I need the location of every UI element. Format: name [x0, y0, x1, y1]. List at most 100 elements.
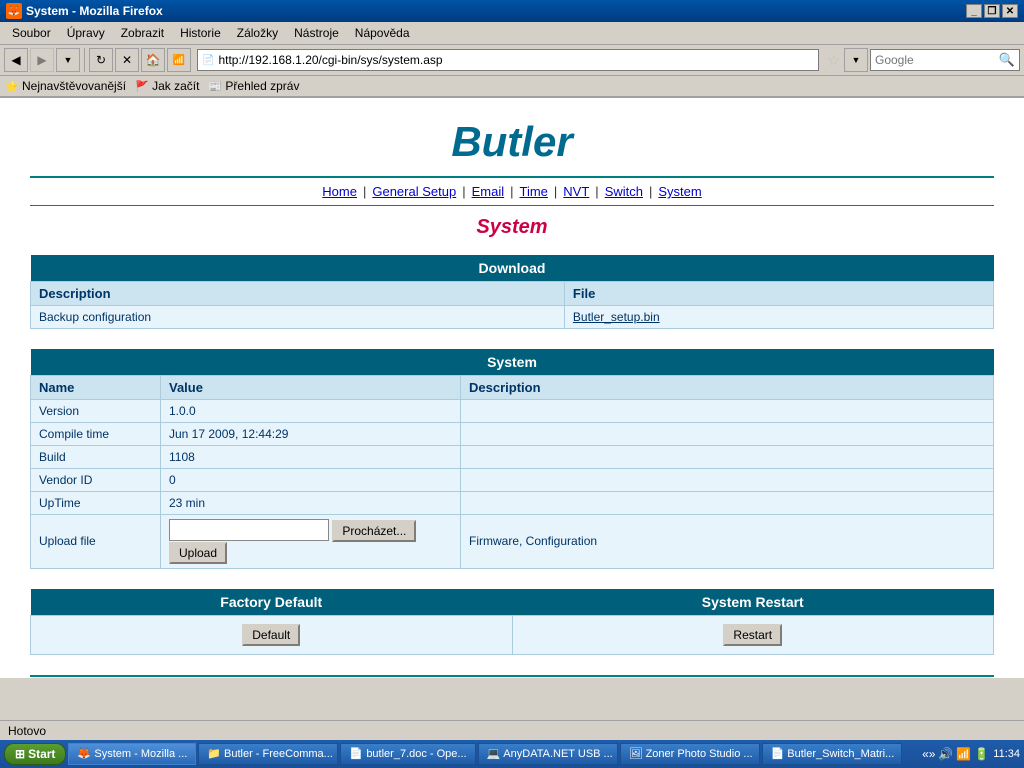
back-button[interactable]: ◀: [4, 48, 28, 72]
doc-taskbar-icon: 📄: [349, 747, 363, 761]
page-body: Butler Home | General Setup | Email | Ti…: [0, 98, 1024, 678]
menubar: Soubor Úpravy Zobrazit Historie Záložky …: [0, 22, 1024, 45]
table-row-upload: Upload file Procházet... Upload Firmware…: [31, 515, 994, 569]
dropdown-history-button[interactable]: ▼: [56, 48, 80, 72]
folder-taskbar-icon: 📁: [207, 747, 221, 761]
nav-email[interactable]: Email: [472, 184, 505, 199]
firefox-icon: 🦊: [6, 3, 22, 19]
search-bar: 🔍: [870, 49, 1020, 71]
nav-nvt[interactable]: NVT: [563, 184, 589, 199]
default-button[interactable]: Default: [242, 624, 300, 646]
row-compiletime-name: Compile time: [31, 423, 161, 446]
table-row: Build 1108: [31, 446, 994, 469]
taskbar-item-anydata[interactable]: 💻 AnyDATA.NET USB ...: [478, 743, 618, 765]
forward-button[interactable]: ▶: [30, 48, 54, 72]
nav-time[interactable]: Time: [520, 184, 548, 199]
system-title: System: [31, 349, 994, 376]
tray-icon-2: 🔊: [938, 747, 953, 761]
search-input[interactable]: [875, 53, 999, 67]
close-button[interactable]: ✕: [1002, 4, 1018, 18]
row-vendorid-name: Vendor ID: [31, 469, 161, 492]
taskbar-item-doc[interactable]: 📄 butler_7.doc - Ope...: [340, 743, 475, 765]
window-controls: _ ❐ ✕: [966, 4, 1018, 18]
tray-icon-power: 🔋: [974, 747, 989, 761]
table-row: UpTime 23 min: [31, 492, 994, 515]
restore-button[interactable]: ❐: [984, 4, 1000, 18]
nav-home[interactable]: Home: [322, 184, 357, 199]
rss-button[interactable]: 📶: [167, 48, 191, 72]
system-table: System Name Value Description Version 1.…: [30, 349, 994, 569]
nav-general-setup[interactable]: General Setup: [372, 184, 456, 199]
bookmark-nejnavstevovanejsi[interactable]: ⭐ Nejnavštěvovanější: [4, 78, 126, 94]
bookmark-label-2: Jak začít: [152, 79, 199, 93]
bookmark-jak-zacit[interactable]: 🚩 Jak začít: [134, 78, 199, 94]
bookmark-label-3: Přehled zpráv: [225, 79, 299, 93]
start-button[interactable]: ⊞ Start: [4, 743, 66, 765]
brand-title: Butler: [30, 118, 994, 166]
menu-nastroje[interactable]: Nástroje: [286, 24, 347, 42]
flag-icon: 🚩: [134, 78, 150, 94]
download-table: Download Description File Backup configu…: [30, 255, 994, 329]
taskbar-time: 11:34: [993, 748, 1020, 760]
download-col-description: Description: [31, 282, 565, 306]
bookmark-star-button[interactable]: ☆: [827, 52, 840, 69]
system-col-name: Name: [31, 376, 161, 400]
nav-switch[interactable]: Switch: [605, 184, 643, 199]
page-footer: Butler:For more information try http://w…: [30, 675, 994, 679]
row-build-name: Build: [31, 446, 161, 469]
systray-icons: «» 🔊 📶 🔋: [922, 747, 989, 761]
table-row: Compile time Jun 17 2009, 12:44:29: [31, 423, 994, 446]
menu-soubor[interactable]: Soubor: [4, 24, 59, 42]
upload-file-input[interactable]: [169, 519, 329, 541]
menu-upravy[interactable]: Úpravy: [59, 24, 113, 42]
factory-default-title: Factory Default: [31, 589, 513, 616]
firefox-taskbar-icon: 🦊: [77, 747, 91, 761]
restart-button[interactable]: Restart: [723, 624, 782, 646]
address-input[interactable]: [218, 53, 814, 67]
page-icon: 📄: [202, 55, 214, 66]
download-row-description: Backup configuration: [31, 306, 565, 329]
browser-content: Butler Home | General Setup | Email | Ti…: [0, 98, 1024, 678]
stop-button[interactable]: ✕: [115, 48, 139, 72]
download-row-file[interactable]: Butler_setup.bin: [564, 306, 993, 329]
upload-file-label: Upload file: [31, 515, 161, 569]
browse-button[interactable]: Procházet...: [332, 520, 416, 542]
system-restart-title: System Restart: [512, 589, 994, 616]
refresh-button[interactable]: ↻: [89, 48, 113, 72]
home-button[interactable]: 🏠: [141, 48, 165, 72]
bookmark-arrow-button[interactable]: ▼: [844, 48, 868, 72]
taskbar-item-freecomma[interactable]: 📁 Butler - FreeComma...: [198, 743, 338, 765]
taskbar-item-label-4: AnyDATA.NET USB ...: [503, 748, 612, 760]
news-icon: 📰: [207, 78, 223, 94]
row-uptime-desc: [461, 492, 994, 515]
bookmark-prehled-zprav[interactable]: 📰 Přehled zpráv: [207, 78, 299, 94]
menu-napoveda[interactable]: Nápověda: [347, 24, 418, 42]
taskbar-item-switch-matrix[interactable]: 📄 Butler_Switch_Matri...: [762, 743, 902, 765]
taskbar-item-zoner[interactable]: 🖼 Zoner Photo Studio ...: [620, 743, 760, 765]
upload-button[interactable]: Upload: [169, 542, 227, 564]
menu-zobrazit[interactable]: Zobrazit: [113, 24, 172, 42]
minimize-button[interactable]: _: [966, 4, 982, 18]
taskbar: ⊞ Start 🦊 System - Mozilla ... 📁 Butler …: [0, 740, 1024, 768]
search-icon[interactable]: 🔍: [999, 52, 1015, 68]
browser-toolbar: ◀ ▶ ▼ ↻ ✕ 🏠 📶 📄 ☆ ▼ 🔍: [0, 45, 1024, 76]
nav-system[interactable]: System: [658, 184, 701, 199]
table-row: Version 1.0.0: [31, 400, 994, 423]
row-version-name: Version: [31, 400, 161, 423]
download-title: Download: [31, 255, 994, 282]
row-build-desc: [461, 446, 994, 469]
menu-historie[interactable]: Historie: [172, 24, 229, 42]
upload-description: Firmware, Configuration: [461, 515, 994, 569]
row-version-value: 1.0.0: [161, 400, 461, 423]
menu-zalozky[interactable]: Záložky: [229, 24, 286, 42]
row-vendorid-desc: [461, 469, 994, 492]
windows-icon: ⊞: [15, 747, 25, 761]
row-compiletime-desc: [461, 423, 994, 446]
taskbar-item-label-5: Zoner Photo Studio ...: [646, 748, 753, 760]
taskbar-item-firefox[interactable]: 🦊 System - Mozilla ...: [68, 743, 196, 765]
switch-matrix-taskbar-icon: 📄: [771, 747, 785, 761]
window-title: System - Mozilla Firefox: [26, 4, 163, 18]
nav-divider-bottom: [30, 205, 994, 206]
taskbar-item-label-6: Butler_Switch_Matri...: [787, 748, 894, 760]
statusbar-text: Hotovo: [8, 724, 46, 738]
